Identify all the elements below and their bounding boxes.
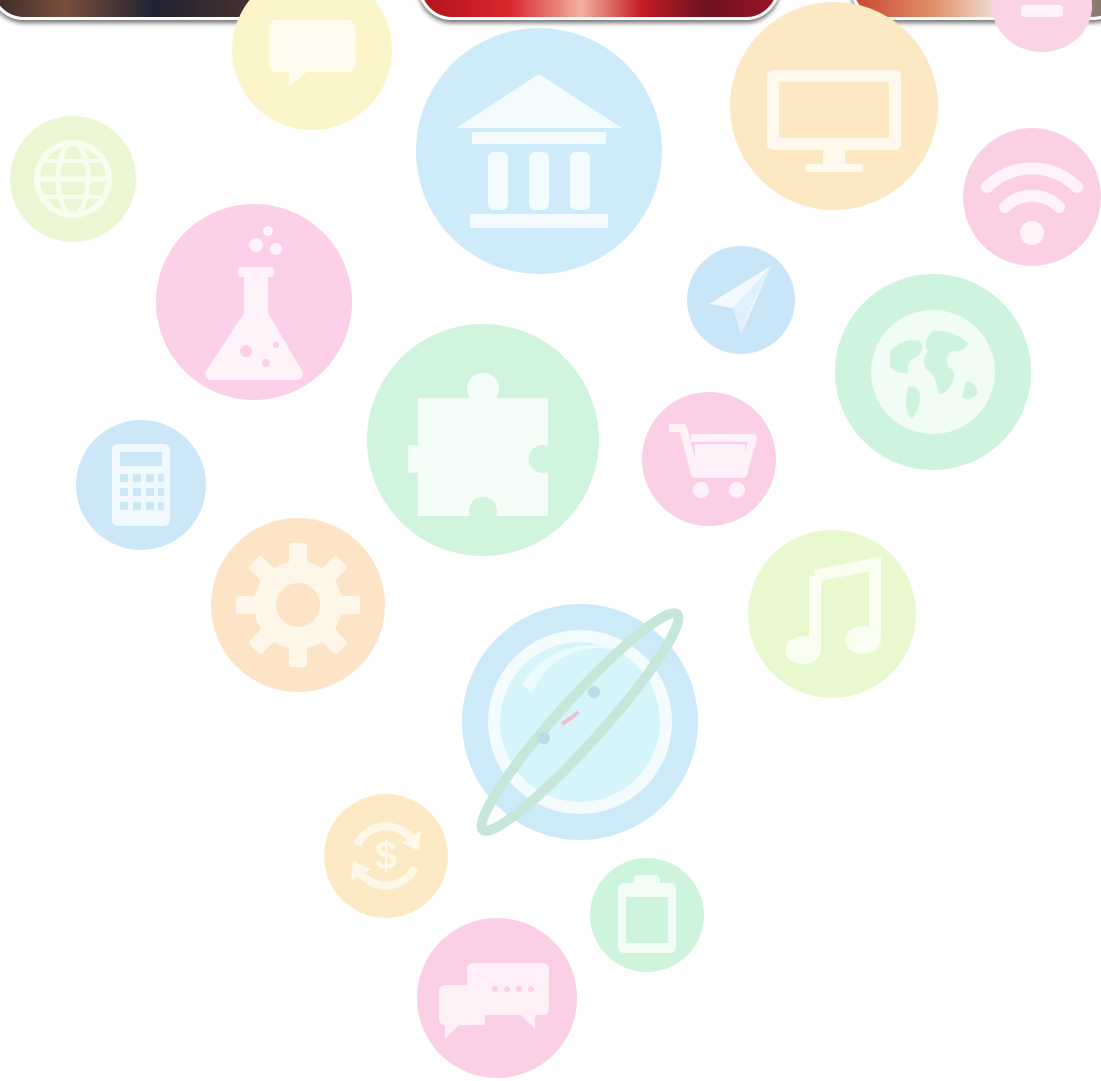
gear-icon <box>211 518 385 692</box>
bank-building-icon <box>416 28 662 274</box>
background-canvas: $ <box>0 0 1101 1081</box>
wifi-icon <box>963 128 1101 266</box>
partial-pink-icon <box>992 0 1092 52</box>
calculator-icon <box>76 420 206 550</box>
clipboard-icon <box>590 858 704 972</box>
shopping-cart-icon <box>642 392 776 526</box>
currency-refresh-icon: $ <box>324 794 448 918</box>
globe-grid-icon <box>10 116 136 242</box>
messages-icon <box>417 918 577 1078</box>
monitor-icon <box>730 2 938 210</box>
puzzle-piece-icon <box>367 324 599 556</box>
music-note-icon <box>748 530 916 698</box>
flask-icon <box>156 204 352 400</box>
world-map-icon <box>835 274 1031 470</box>
planet-ring-icon <box>462 604 698 840</box>
top-card-middle[interactable] <box>418 0 780 20</box>
chat-bubble-icon <box>232 0 392 130</box>
paper-plane-icon <box>687 246 795 354</box>
svg-text:$: $ <box>375 834 397 878</box>
